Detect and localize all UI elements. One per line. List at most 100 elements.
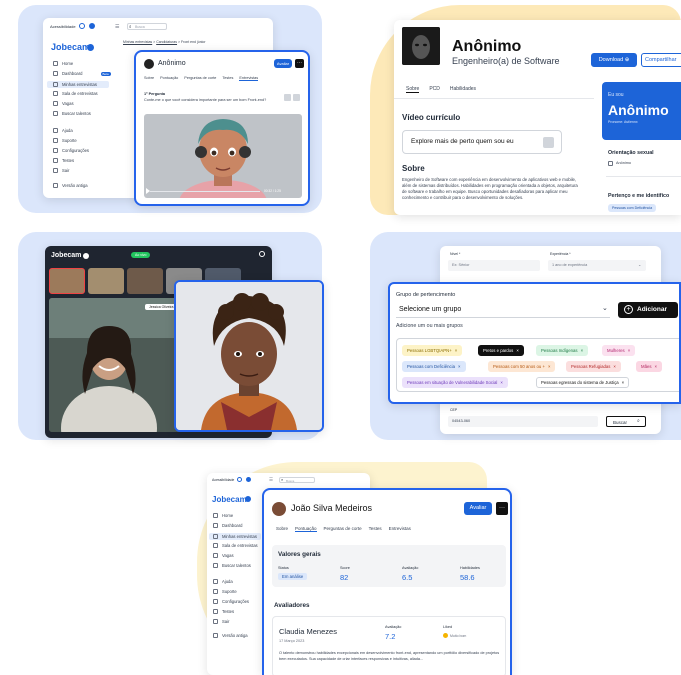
sidebar-item-help[interactable]: Ajuda — [213, 579, 233, 584]
sign-language-icon[interactable] — [246, 477, 251, 482]
add-group-button[interactable]: + Adicionar — [618, 302, 678, 318]
settings-icon[interactable] — [259, 251, 265, 257]
tab-testes[interactable]: Testes — [369, 526, 382, 532]
tab-entrevistas[interactable]: Entrevistas — [389, 526, 411, 532]
video-player[interactable]: 00:32 / 1:25 — [144, 114, 302, 198]
search-box[interactable]: ⌕ Busca — [279, 477, 315, 483]
more-button[interactable]: ··· — [496, 502, 508, 515]
close-icon[interactable]: × — [500, 380, 503, 385]
sidebar-item-help[interactable]: Ajuda — [53, 128, 73, 133]
brand-logo[interactable]: Jobecam — [51, 42, 90, 52]
question-label: 1ª Pergunta — [144, 92, 166, 96]
breadcrumb-item[interactable]: Front end júnior — [181, 40, 206, 44]
close-icon[interactable]: × — [581, 348, 584, 353]
sidebar-item-dashboard[interactable]: Dashboard — [213, 523, 243, 528]
tab-sobre[interactable]: Sobre — [276, 526, 288, 532]
sidebar-item-tests[interactable]: Testes — [213, 609, 234, 614]
breadcrumb-item[interactable]: Minhas entrevistas — [123, 40, 152, 44]
prev-question-button[interactable] — [284, 94, 291, 101]
group-select[interactable]: Selecione um grupo ⌄ — [396, 302, 610, 318]
tab-habilidades[interactable]: Habilidades — [450, 86, 476, 93]
accessibility-label[interactable]: Acessibilidade — [212, 478, 234, 482]
accessibility-label[interactable]: Acessibilidade — [50, 24, 76, 29]
close-icon[interactable]: × — [613, 364, 616, 369]
sidebar-item-interview-room[interactable]: Sala de entrevistas — [53, 91, 98, 96]
next-question-button[interactable] — [293, 94, 300, 101]
sidebar-item-talents[interactable]: Buscar talentos — [213, 563, 251, 568]
close-icon[interactable]: × — [548, 364, 551, 369]
sidebar-item-logout[interactable]: Sair — [53, 168, 69, 173]
close-icon[interactable]: × — [628, 348, 631, 353]
search-placeholder: Busca — [286, 479, 295, 483]
accessibility-icon[interactable] — [237, 477, 242, 482]
close-icon[interactable]: × — [458, 364, 461, 369]
group-tag[interactable]: Pessoas com 50 anos ou + × — [488, 361, 556, 372]
reviewer-liked-label: Liked — [443, 625, 453, 629]
sidebar-item-settings[interactable]: Configurações — [53, 148, 89, 153]
group-tag[interactable]: Pessoas LGBTQIAPN+ × — [402, 345, 463, 356]
participant-tile[interactable] — [49, 268, 85, 294]
avaliar-button[interactable]: Avaliar — [274, 59, 292, 68]
participant-tile[interactable] — [88, 268, 124, 294]
group-tag[interactable]: Mulheres × — [602, 345, 636, 356]
close-icon[interactable]: × — [622, 380, 625, 385]
accessibility-icon[interactable] — [79, 23, 85, 29]
close-icon[interactable]: × — [516, 348, 519, 353]
sidebar-item-talents[interactable]: Buscar talentos — [53, 111, 91, 116]
sidebar-item-jobs[interactable]: Vagas — [213, 553, 234, 558]
sidebar-item-support[interactable]: Suporte — [213, 589, 237, 594]
share-button[interactable]: Compartilhar — [641, 53, 681, 67]
level-input[interactable]: Ex: Sênior — [448, 260, 540, 271]
group-tag[interactable]: Pretos e pardos × — [478, 345, 524, 356]
participant-tile[interactable] — [127, 268, 163, 294]
sidebar-item-dashboard[interactable]: Dashboard Beta — [53, 71, 111, 76]
tab-pontuacao[interactable]: Pontuação — [295, 526, 317, 532]
tab-sobre[interactable]: Sobre — [406, 86, 420, 93]
sidebar-item-interviews[interactable]: Minhas entrevistas — [47, 81, 109, 88]
close-icon[interactable]: × — [455, 348, 458, 353]
group-tag[interactable]: Pessoas com Deficiência × — [402, 361, 466, 372]
tab-testes[interactable]: Testes — [222, 76, 233, 81]
search-box[interactable]: ⌕ Busca — [127, 23, 167, 30]
sidebar-item-home[interactable]: Home — [213, 513, 233, 518]
brand-logo[interactable]: Jobecam — [212, 495, 247, 504]
close-icon[interactable]: × — [655, 364, 658, 369]
sign-language-icon[interactable] — [89, 23, 95, 29]
sidebar-item-interviews[interactable]: Minhas entrevistas — [209, 533, 261, 540]
belong-tag: Pessoas com Deficiência — [608, 204, 657, 212]
tab-pontuacao[interactable]: Pontuação — [160, 76, 178, 81]
group-tag[interactable]: Pessoas em situação de Vulnerabilidade S… — [402, 377, 508, 388]
download-button[interactable]: Download ⊕ — [591, 53, 637, 67]
tab-perguntas[interactable]: Perguntas de corte — [184, 76, 216, 81]
avaliar-button[interactable]: Avaliar — [464, 502, 492, 515]
video-time: 00:32 / 1:25 — [264, 189, 281, 193]
tab-sobre[interactable]: Sobre — [144, 76, 154, 81]
menu-icon[interactable]: ☰ — [269, 477, 273, 483]
cep-input[interactable]: 04543-060 — [448, 416, 598, 427]
tab-entrevistas[interactable]: Entrevistas — [239, 76, 259, 81]
sidebar-item-settings[interactable]: Configurações — [213, 599, 249, 604]
sidebar-item-jobs[interactable]: Vagas — [53, 101, 74, 106]
sidebar-item-home[interactable]: Home — [53, 61, 73, 66]
video-progress-bar[interactable] — [150, 191, 260, 193]
more-button[interactable]: ··· — [295, 59, 304, 68]
sidebar-item-old-version[interactable]: Versão antiga — [53, 183, 88, 188]
sidebar-item-interview-room[interactable]: Sala de entrevistas — [213, 543, 258, 548]
sidebar-item-support[interactable]: Suporte — [53, 138, 77, 143]
experience-select[interactable]: 1 ano de experiência ⌄ — [548, 260, 646, 271]
sidebar-item-old-version[interactable]: Versão antiga — [213, 633, 248, 638]
sidebar-item-logout[interactable]: Sair — [213, 619, 229, 624]
video-resume-cta[interactable]: Explore mais de perto quem sou eu — [402, 130, 562, 154]
play-icon[interactable] — [146, 188, 150, 194]
group-tag[interactable]: Mães × — [636, 361, 663, 372]
tab-pcd[interactable]: PCD — [429, 86, 440, 93]
sidebar-item-tests[interactable]: Testes — [53, 158, 74, 163]
breadcrumb-item[interactable]: Candidaturas — [156, 40, 177, 44]
sidebar-item-label: Dashboard — [62, 71, 83, 76]
search-cep-button[interactable]: Buscar ⌕ — [606, 416, 646, 427]
menu-icon[interactable]: ☰ — [115, 24, 119, 30]
group-tag[interactable]: Pessoas egressas do sistema de Justiça × — [536, 377, 630, 388]
group-tag[interactable]: Pessoas Refugiadas × — [566, 361, 621, 372]
group-tag[interactable]: Pessoas Indígenas × — [536, 345, 589, 356]
tab-perguntas[interactable]: Perguntas de corte — [324, 526, 362, 532]
